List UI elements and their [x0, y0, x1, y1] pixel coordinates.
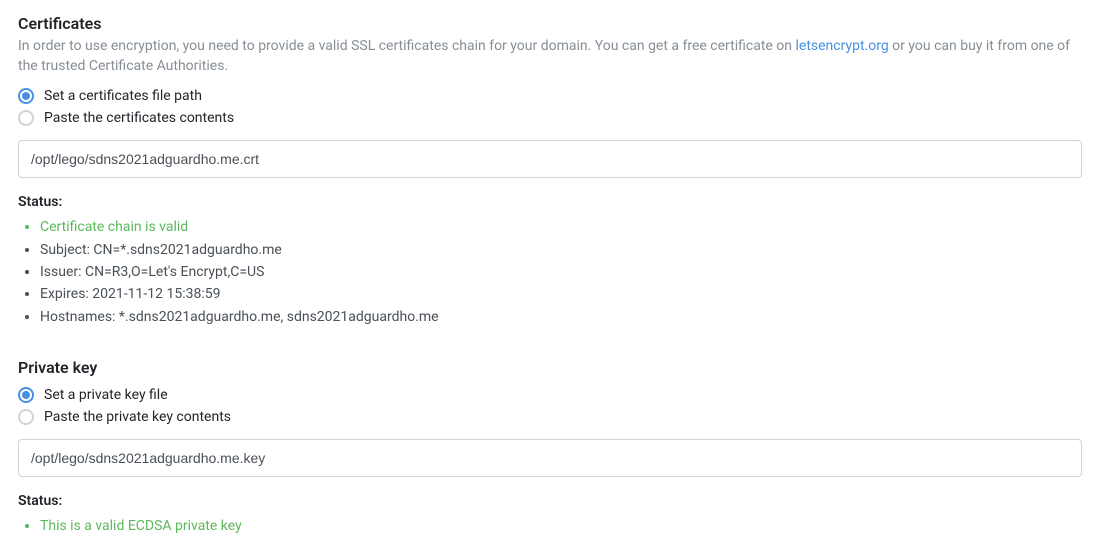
radio-cert-paste[interactable]: Paste the certificates contents [18, 110, 1082, 126]
certificates-desc-before: In order to use encryption, you need to … [18, 38, 796, 54]
radio-icon [18, 387, 34, 403]
cert-status-hostnames: Hostnames: *.sdns2021adguardho.me, sdns2… [40, 306, 1082, 328]
certificates-path-input[interactable] [18, 140, 1082, 178]
cert-status-subject: Subject: CN=*.sdns2021adguardho.me [40, 239, 1082, 261]
private-key-status-list: This is a valid ECDSA private key [18, 515, 1082, 537]
cert-status-valid: Certificate chain is valid [40, 216, 1082, 238]
private-key-radio-group: Set a private key file Paste the private… [18, 387, 1082, 425]
certificates-description: In order to use encryption, you need to … [18, 37, 1082, 76]
certificates-status-label: Status: [18, 194, 1082, 210]
cert-status-issuer: Issuer: CN=R3,O=Let's Encrypt,C=US [40, 261, 1082, 283]
radio-cert-file-path[interactable]: Set a certificates file path [18, 88, 1082, 104]
radio-private-key-paste-label: Paste the private key contents [44, 409, 231, 425]
radio-cert-paste-label: Paste the certificates contents [44, 110, 234, 126]
radio-cert-file-path-label: Set a certificates file path [44, 88, 202, 104]
private-key-path-input[interactable] [18, 439, 1082, 477]
certificates-radio-group: Set a certificates file path Paste the c… [18, 88, 1082, 126]
private-key-heading: Private key [18, 358, 1082, 377]
radio-icon [18, 88, 34, 104]
letsencrypt-link[interactable]: letsencrypt.org [796, 38, 889, 54]
cert-status-expires: Expires: 2021-11-12 15:38:59 [40, 283, 1082, 305]
private-key-status-valid: This is a valid ECDSA private key [40, 515, 1082, 537]
radio-private-key-file[interactable]: Set a private key file [18, 387, 1082, 403]
radio-private-key-paste[interactable]: Paste the private key contents [18, 409, 1082, 425]
radio-icon [18, 110, 34, 126]
radio-icon [18, 409, 34, 425]
certificates-heading: Certificates [18, 14, 1082, 33]
certificates-status-list: Certificate chain is valid Subject: CN=*… [18, 216, 1082, 328]
private-key-status-label: Status: [18, 493, 1082, 509]
radio-private-key-file-label: Set a private key file [44, 387, 168, 403]
